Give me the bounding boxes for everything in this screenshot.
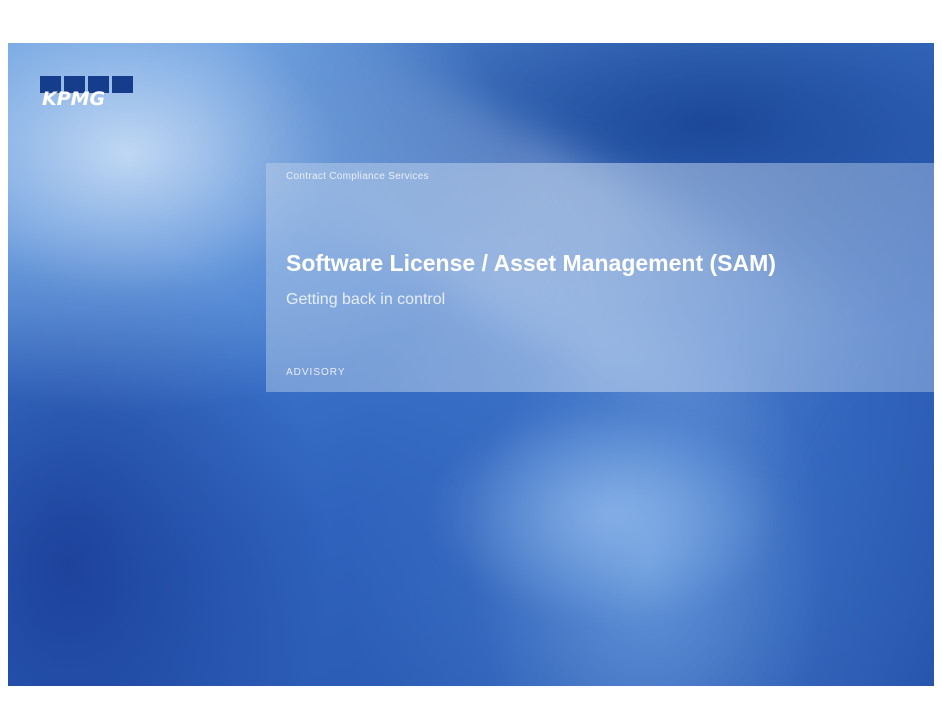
slide-subtitle: Getting back in control	[286, 291, 446, 308]
kpmg-logo: KPMG	[40, 76, 136, 116]
slide-title: Software License / Asset Management (SAM…	[286, 250, 776, 276]
service-line-label: Contract Compliance Services	[286, 171, 429, 182]
background-glow	[428, 403, 788, 623]
title-slide: KPMG Contract Compliance Services Softwa…	[8, 43, 934, 686]
practice-label: ADVISORY	[286, 367, 346, 378]
title-panel: Contract Compliance Services Software Li…	[266, 163, 934, 392]
logo-box	[112, 76, 133, 93]
logo-wordmark: KPMG	[42, 88, 106, 110]
